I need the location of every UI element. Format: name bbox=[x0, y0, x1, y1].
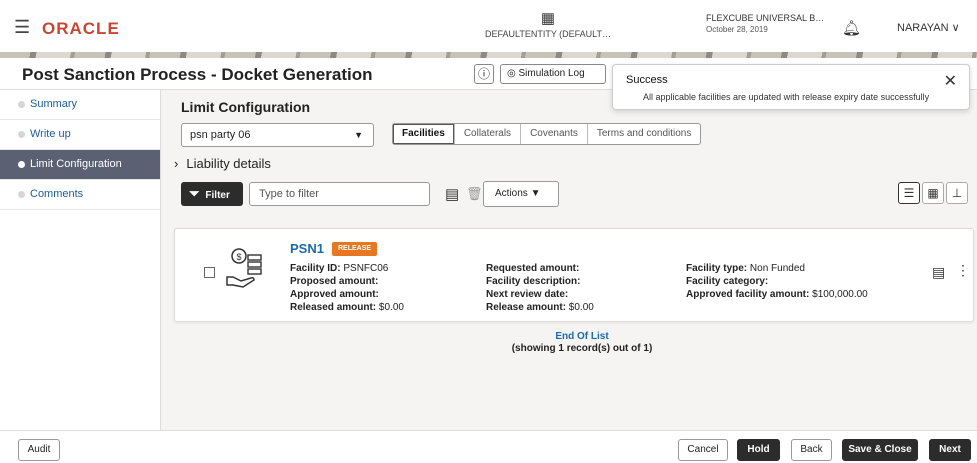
filter-input[interactable] bbox=[249, 182, 430, 206]
tab-bar: Facilities Collaterals Covenants Terms a… bbox=[392, 123, 702, 145]
step-dot-icon bbox=[18, 191, 25, 198]
sidebar-item-label: Comments bbox=[30, 188, 84, 200]
add-facility-icon[interactable]: ▤ bbox=[445, 185, 459, 203]
step-dot-icon bbox=[18, 101, 25, 108]
sidebar: Summary Write up Limit Configuration Com… bbox=[0, 90, 161, 430]
detail-row: Approved amount: bbox=[290, 289, 379, 300]
info-icon: ⓘ bbox=[477, 67, 490, 81]
svg-text:$: $ bbox=[236, 252, 241, 262]
tab-facilities[interactable]: Facilities bbox=[393, 124, 455, 144]
funnel-icon: ⏷ bbox=[189, 186, 200, 201]
detail-row: Facility ID: PSNFC06 bbox=[290, 263, 389, 274]
app-info[interactable]: FLEXCUBE UNIVERSAL B… October 28, 2019 bbox=[706, 13, 824, 35]
chevron-right-icon: › bbox=[174, 156, 179, 171]
filter-label: Filter bbox=[205, 190, 230, 201]
record-count-label: (showing 1 record(s) out of 1) bbox=[511, 343, 653, 354]
detail-row: Approved facility amount: $100,000.00 bbox=[686, 289, 868, 300]
filter-button[interactable]: ⏷ Filter bbox=[181, 182, 243, 206]
grid-view-icon[interactable]: ▦ bbox=[922, 182, 944, 204]
sidebar-item-limit-configuration[interactable]: Limit Configuration bbox=[0, 150, 160, 180]
cancel-button[interactable]: Cancel bbox=[678, 439, 728, 461]
hand-money-icon: $ bbox=[226, 248, 262, 288]
sidebar-item-write-up[interactable]: Write up bbox=[0, 120, 160, 150]
next-button[interactable]: Next bbox=[929, 439, 971, 461]
simulation-icon: ◎ bbox=[507, 68, 516, 79]
audit-button[interactable]: Audit bbox=[18, 439, 60, 461]
tab-collaterals[interactable]: Collaterals bbox=[455, 124, 522, 144]
detail-row: Requested amount: bbox=[486, 263, 580, 274]
detail-row: Proposed amount: bbox=[290, 276, 379, 287]
sidebar-item-label: Write up bbox=[30, 128, 71, 140]
detail-row: Next review date: bbox=[486, 289, 569, 300]
sidebar-item-label: Limit Configuration bbox=[30, 158, 122, 170]
entity-selector[interactable]: ▦ DEFAULTENTITY (DEFAULT… bbox=[468, 9, 628, 39]
tab-terms-and-conditions[interactable]: Terms and conditions bbox=[588, 124, 701, 144]
app-date: October 28, 2019 bbox=[706, 25, 768, 34]
save-close-button[interactable]: Save & Close bbox=[842, 439, 918, 461]
detail-row: Facility category: bbox=[686, 276, 769, 287]
comment-icon[interactable]: ▤ bbox=[932, 264, 945, 281]
footer-bar: Audit Cancel Hold Back Save & Close Next bbox=[0, 430, 977, 463]
facility-details-col-2: Requested amount: Facility description: … bbox=[486, 262, 594, 314]
simulation-log-button[interactable]: ◎ Simulation Log bbox=[500, 64, 606, 84]
toast-title: Success bbox=[626, 74, 668, 86]
user-menu[interactable]: NARAYAN ∨ bbox=[897, 21, 960, 34]
caret-down-icon: ▼ bbox=[354, 130, 363, 140]
back-button[interactable]: Back bbox=[791, 439, 832, 461]
bell-icon[interactable]: 🔔︎ bbox=[842, 19, 861, 37]
tab-covenants[interactable]: Covenants bbox=[521, 124, 588, 144]
party-select-value: psn party 06 bbox=[190, 129, 251, 141]
toast-message: All applicable facilities are updated wi… bbox=[643, 92, 930, 102]
party-select[interactable]: psn party 06 ▼ bbox=[181, 123, 374, 147]
app-name: FLEXCUBE UNIVERSAL B… bbox=[706, 13, 825, 23]
facility-details-col-3: Facility type: Non Funded Facility categ… bbox=[686, 262, 868, 301]
list-view-icon[interactable]: ☰ bbox=[898, 182, 920, 204]
view-switcher: ☰ ▦ ⊥ bbox=[898, 182, 968, 204]
step-dot-icon bbox=[18, 161, 25, 168]
caret-down-icon: ▼ bbox=[530, 188, 541, 199]
trash-icon[interactable]: 🗑︎ bbox=[466, 186, 483, 202]
detail-row: Facility type: Non Funded bbox=[686, 263, 805, 274]
oracle-logo: ORACLE bbox=[42, 19, 120, 38]
facility-details-col-1: Facility ID: PSNFC06 Proposed amount: Ap… bbox=[290, 262, 404, 314]
more-options-icon[interactable]: ⋮ bbox=[956, 262, 970, 279]
hierarchy-view-icon[interactable]: ⊥ bbox=[946, 182, 968, 204]
sidebar-item-comments[interactable]: Comments bbox=[0, 180, 160, 210]
info-button[interactable]: ⓘ bbox=[474, 64, 494, 84]
main-content: Limit Configuration psn party 06 ▼ Facili… bbox=[162, 90, 977, 430]
liability-details-label: Liability details bbox=[186, 156, 271, 171]
select-checkbox[interactable] bbox=[204, 267, 215, 278]
chevron-down-icon: ∨ bbox=[951, 22, 960, 34]
actions-label: Actions bbox=[495, 188, 528, 199]
section-title: Limit Configuration bbox=[181, 99, 311, 115]
close-icon[interactable]: ✕ bbox=[944, 71, 957, 91]
facility-card[interactable]: $ PSN1 RELEASE Facility ID: PSNFC06 Prop… bbox=[174, 228, 974, 322]
liability-details-toggle[interactable]: › Liability details bbox=[174, 156, 271, 171]
step-dot-icon bbox=[18, 131, 25, 138]
entity-label: DEFAULTENTITY (DEFAULT… bbox=[484, 29, 612, 39]
detail-row: Released amount: $0.00 bbox=[290, 302, 404, 313]
app-header: ☰ ORACLE ▦ DEFAULTENTITY (DEFAULT… FLEXC… bbox=[0, 0, 977, 58]
detail-row: Facility description: bbox=[486, 276, 581, 287]
user-name: NARAYAN bbox=[897, 22, 949, 34]
status-badge: RELEASE bbox=[332, 242, 378, 256]
building-icon: ▦ bbox=[540, 10, 556, 27]
success-toast: Success All applicable facilities are up… bbox=[612, 64, 970, 110]
page-title: Post Sanction Process - Docket Generatio… bbox=[22, 65, 373, 84]
facility-name[interactable]: PSN1 bbox=[290, 241, 324, 256]
hold-button[interactable]: Hold bbox=[737, 439, 780, 461]
sidebar-item-label: Summary bbox=[30, 98, 78, 110]
sidebar-item-summary[interactable]: Summary bbox=[0, 90, 160, 120]
actions-dropdown[interactable]: Actions ▼ bbox=[483, 181, 559, 207]
end-of-list-label: End Of List bbox=[555, 331, 609, 342]
list-footer: End Of List (showing 1 record(s) out of … bbox=[462, 331, 702, 355]
simulation-log-label: Simulation Log bbox=[518, 68, 585, 79]
detail-row: Release amount: $0.00 bbox=[486, 302, 594, 313]
hamburger-menu-icon[interactable]: ☰ bbox=[14, 18, 30, 36]
